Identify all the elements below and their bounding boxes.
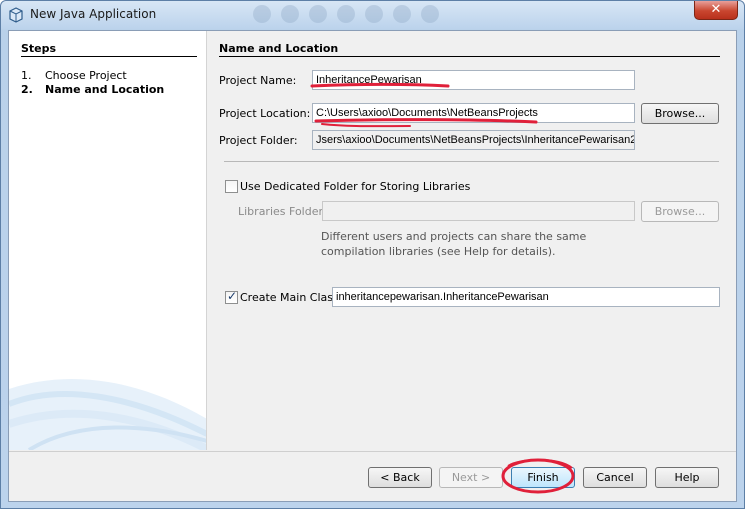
browse-libraries-button[interactable]: Browse... xyxy=(641,201,719,222)
section-divider xyxy=(224,161,719,162)
project-folder-field[interactable]: Jsers\axioo\Documents\NetBeansProjects\I… xyxy=(312,130,635,150)
project-location-label: Project Location: xyxy=(219,107,311,120)
project-folder-label: Project Folder: xyxy=(219,134,298,147)
step-number: 2. xyxy=(21,83,33,96)
project-name-label: Project Name: xyxy=(219,74,297,87)
finish-button[interactable]: Finish xyxy=(511,467,575,488)
content-heading: Name and Location xyxy=(219,42,339,55)
title-bar[interactable]: New Java Application ✕ xyxy=(1,1,744,29)
cancel-button[interactable]: Cancel xyxy=(583,467,647,488)
project-location-input[interactable]: C:\Users\axioo\Documents\NetBeansProject… xyxy=(312,103,635,123)
close-button[interactable]: ✕ xyxy=(694,1,738,20)
create-main-class-label[interactable]: Create Main Class xyxy=(240,291,339,304)
libraries-folder-input[interactable] xyxy=(322,201,635,221)
back-button[interactable]: < Back xyxy=(368,467,432,488)
content-panel: Name and Location Project Name: Inherita… xyxy=(219,31,736,450)
next-button[interactable]: Next > xyxy=(439,467,503,488)
project-name-input[interactable]: InheritancePewarisan xyxy=(312,70,635,90)
step-label: Name and Location xyxy=(45,83,165,96)
main-class-input[interactable]: inheritancepewarisan.InheritancePewarisa… xyxy=(332,287,720,307)
window-title: New Java Application xyxy=(30,7,157,21)
checkmark-icon: ✓ xyxy=(227,289,238,303)
step-label: Choose Project xyxy=(45,69,127,82)
step-choose-project: 1. Choose Project xyxy=(21,69,127,82)
dialog-client-area: Steps 1. Choose Project 2. Name and Locati… xyxy=(8,30,737,502)
footer-divider xyxy=(9,451,736,452)
dialog-window: New Java Application ✕ Steps 1. Choose Pr… xyxy=(0,0,745,509)
browse-location-button[interactable]: Browse... xyxy=(641,103,719,124)
content-divider xyxy=(219,56,720,57)
help-button[interactable]: Help xyxy=(655,467,719,488)
steps-heading: Steps xyxy=(21,42,57,55)
step-name-and-location: 2. Name and Location xyxy=(21,83,164,96)
background-toolbar-ghost xyxy=(253,5,483,25)
libraries-folder-label: Libraries Folder: xyxy=(238,205,327,218)
dedicated-folder-label[interactable]: Use Dedicated Folder for Storing Librari… xyxy=(240,180,470,193)
step-number: 1. xyxy=(21,69,32,82)
libraries-hint-text: Different users and projects can share t… xyxy=(321,230,587,258)
dedicated-folder-checkbox[interactable] xyxy=(225,180,238,193)
decorative-swoosh-graphic xyxy=(9,379,206,450)
create-main-class-checkbox[interactable]: ✓ xyxy=(225,289,238,304)
java-app-icon xyxy=(9,7,23,23)
steps-divider xyxy=(21,56,197,57)
steps-panel: Steps 1. Choose Project 2. Name and Locati… xyxy=(9,31,207,450)
